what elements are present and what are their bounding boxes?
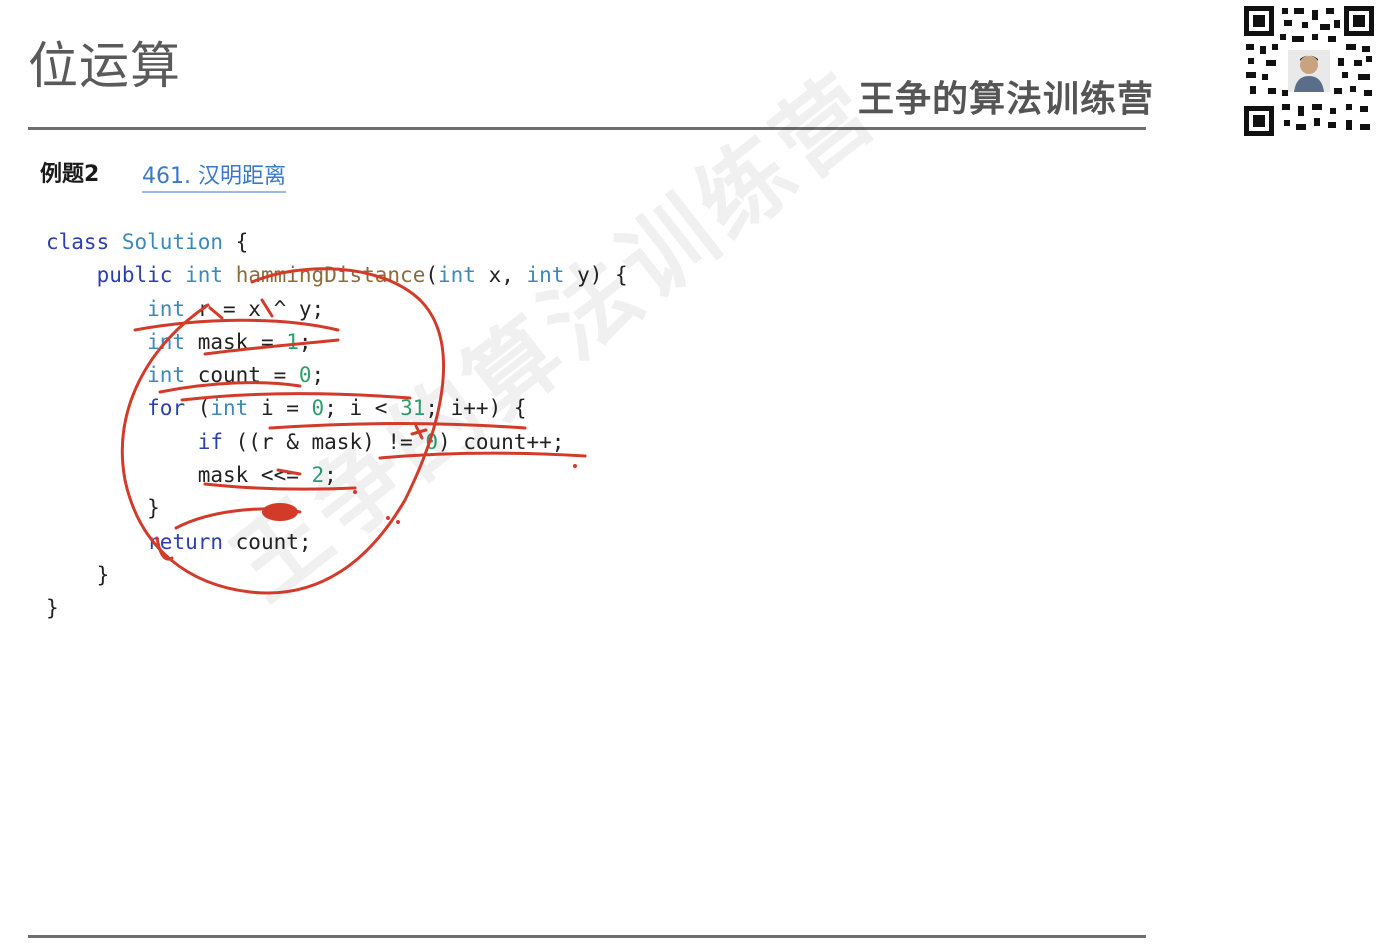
brand-name: 王争的算法训练营	[858, 79, 1155, 120]
code-text: ;	[298, 329, 312, 354]
code-line-11: }	[46, 562, 110, 587]
code-line-7: if ((r & mask) != 0) count++;	[46, 429, 565, 454]
code-class-name: Solution	[121, 230, 224, 254]
code-function-name: hammingDistance	[235, 263, 426, 288]
code-text: r = x ^ y;	[185, 296, 325, 321]
code-text: count;	[223, 529, 312, 554]
code-text: ) count++;	[437, 429, 565, 454]
code-number: 31	[400, 396, 426, 421]
code-text: ; i++) {	[425, 396, 527, 421]
code-keyword: class	[46, 230, 110, 254]
code-number: 0	[298, 363, 312, 388]
code-type: int	[438, 263, 476, 288]
code-text: }	[46, 596, 59, 621]
code-keyword: for	[147, 396, 186, 421]
code-line-5: int count = 0;	[46, 363, 324, 387]
avatar-icon	[1288, 50, 1330, 92]
code-text: }	[147, 496, 160, 521]
qr-code-icon	[1242, 4, 1376, 138]
code-text: (	[185, 396, 211, 421]
example-label: 例题2	[40, 162, 100, 187]
code-text: count =	[185, 363, 299, 388]
code-number: 0	[425, 429, 438, 454]
code-keyword: return	[147, 529, 224, 554]
code-type: int	[526, 263, 565, 288]
code-keyword: if	[197, 429, 224, 454]
code-block: class Solution { public int hammingDista…	[46, 226, 628, 626]
code-text: mask =	[185, 329, 287, 354]
code-line-10: return count;	[46, 529, 312, 554]
code-line-6: for (int i = 0; i < 31; i++) {	[46, 396, 527, 421]
code-text: ((r & mask) !=	[223, 429, 426, 454]
code-type: int	[147, 296, 186, 321]
code-line-12: }	[46, 596, 59, 620]
problem-link[interactable]: 461. 汉明距离	[142, 158, 286, 193]
code-type: int	[210, 396, 249, 421]
footer-divider	[28, 935, 1146, 938]
code-type: int	[147, 329, 186, 354]
code-text: ;	[311, 363, 325, 388]
code-text: ; i <	[324, 396, 401, 421]
code-line-8: mask <<= 2;	[46, 463, 337, 487]
code-type: int	[147, 363, 186, 388]
code-text: mask <<=	[197, 463, 312, 488]
code-line-1: class Solution {	[46, 230, 248, 254]
code-line-4: int mask = 1;	[46, 329, 312, 354]
code-type: int	[185, 263, 224, 288]
code-number: 1	[286, 329, 299, 354]
slide-title: 位运算	[28, 37, 181, 95]
code-text: {	[223, 230, 249, 254]
header-divider	[28, 127, 1146, 130]
code-line-3: int r = x ^ y;	[46, 297, 324, 321]
code-text: }	[96, 562, 110, 587]
code-text: ;	[324, 463, 337, 488]
code-text: (	[425, 263, 438, 288]
code-keyword: public	[96, 263, 173, 288]
code-text: y) {	[564, 263, 628, 288]
code-number: 0	[311, 396, 325, 421]
code-text: x,	[475, 263, 527, 288]
code-line-9: }	[46, 496, 160, 520]
code-number: 2	[311, 463, 325, 488]
code-text: i =	[248, 396, 312, 421]
code-line-2: public int hammingDistance(int x, int y)…	[46, 263, 628, 287]
